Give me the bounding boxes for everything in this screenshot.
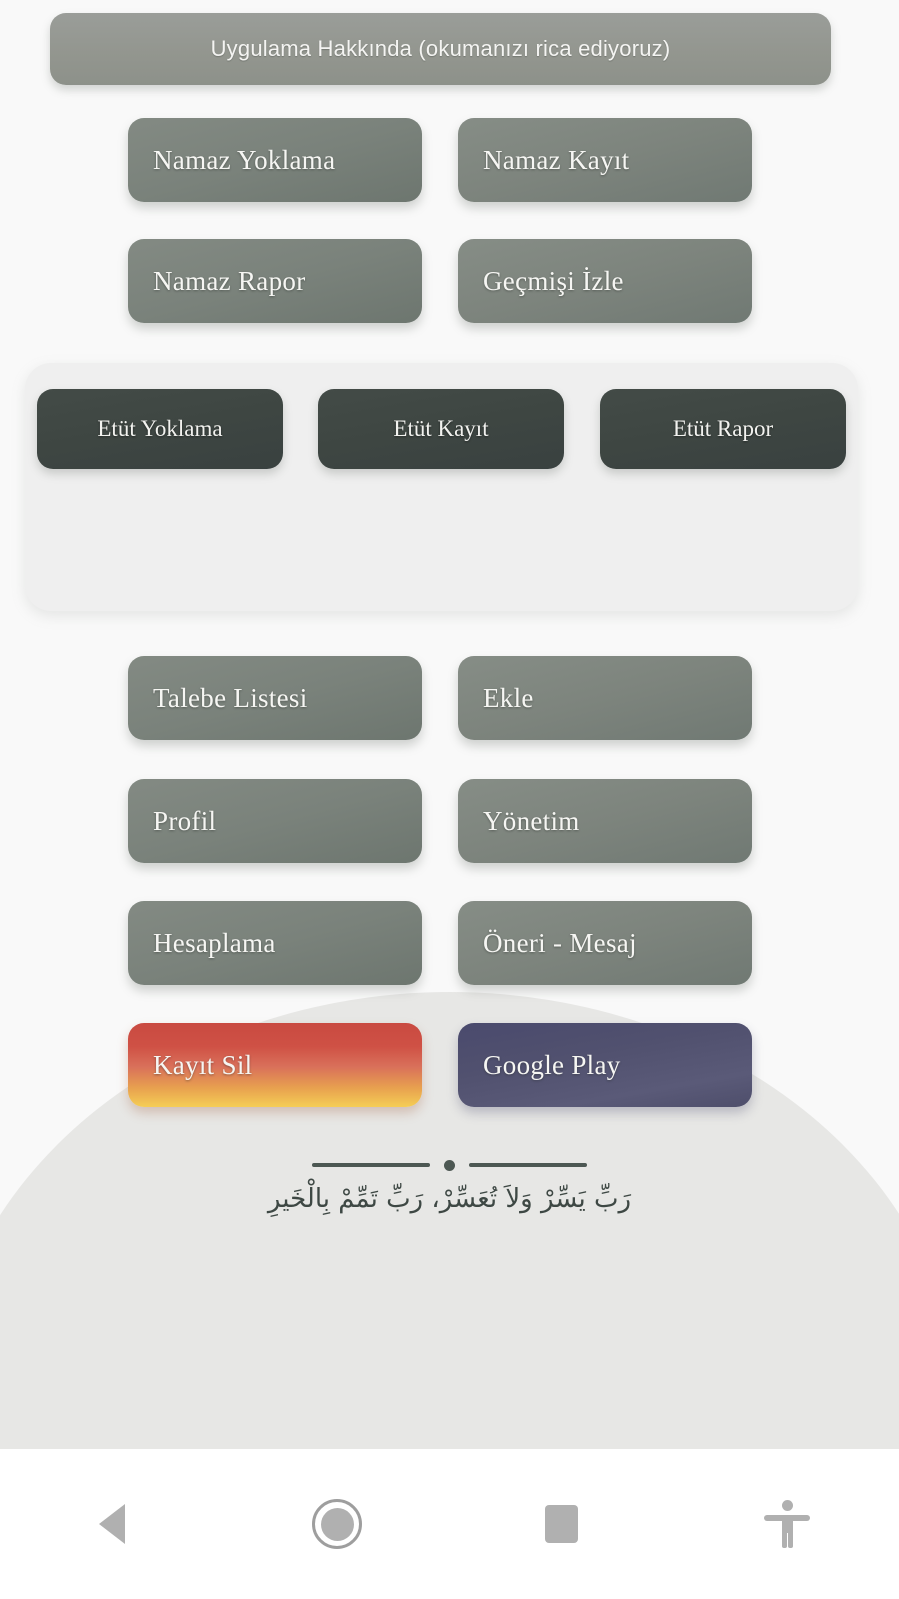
section-divider: [0, 1155, 899, 1175]
namaz-yoklama-button[interactable]: Namaz Yoklama: [128, 118, 422, 202]
profil-button[interactable]: Profil: [128, 779, 422, 863]
etut-kayit-button[interactable]: Etüt Kayıt: [318, 389, 564, 469]
gecmisi-izle-button[interactable]: Geçmişi İzle: [458, 239, 752, 323]
phone-screen: Uygulama Hakkında (okumanızı rica ediyor…: [0, 0, 899, 1599]
home-icon: [312, 1499, 363, 1549]
oneri-mesaj-button[interactable]: Öneri - Mesaj: [458, 901, 752, 985]
etut-card: Etüt Yoklama Etüt Kayıt Etüt Rapor: [25, 363, 858, 611]
hesaplama-button[interactable]: Hesaplama: [128, 901, 422, 985]
nav-back-button[interactable]: [0, 1449, 225, 1599]
recents-icon: [545, 1505, 579, 1543]
divider-line-right: [469, 1163, 587, 1167]
yonetim-button[interactable]: Yönetim: [458, 779, 752, 863]
nav-recents-button[interactable]: [450, 1449, 675, 1599]
namaz-kayit-button[interactable]: Namaz Kayıt: [458, 118, 752, 202]
app-content: Uygulama Hakkında (okumanızı rica ediyor…: [0, 0, 899, 1449]
divider-line-left: [312, 1163, 430, 1167]
nav-home-button[interactable]: [225, 1449, 450, 1599]
etut-rapor-button[interactable]: Etüt Rapor: [600, 389, 846, 469]
kayit-sil-button[interactable]: Kayıt Sil: [128, 1023, 422, 1107]
etut-yoklama-button[interactable]: Etüt Yoklama: [37, 389, 283, 469]
google-play-button[interactable]: Google Play: [458, 1023, 752, 1107]
divider-dot: [444, 1159, 455, 1171]
accessibility-icon: [763, 1500, 810, 1548]
android-navigation-bar: [0, 1449, 899, 1599]
talebe-listesi-button[interactable]: Talebe Listesi: [128, 656, 422, 740]
ekle-button[interactable]: Ekle: [458, 656, 752, 740]
back-icon: [99, 1504, 126, 1544]
dua-text: رَبِّ يَسِّرْ وَلاَ تُعَسِّرْ، رَبِّ تَم…: [267, 1184, 632, 1214]
about-app-button[interactable]: Uygulama Hakkında (okumanızı rica ediyor…: [50, 13, 831, 85]
nav-accessibility-button[interactable]: [674, 1449, 899, 1599]
namaz-rapor-button[interactable]: Namaz Rapor: [128, 239, 422, 323]
